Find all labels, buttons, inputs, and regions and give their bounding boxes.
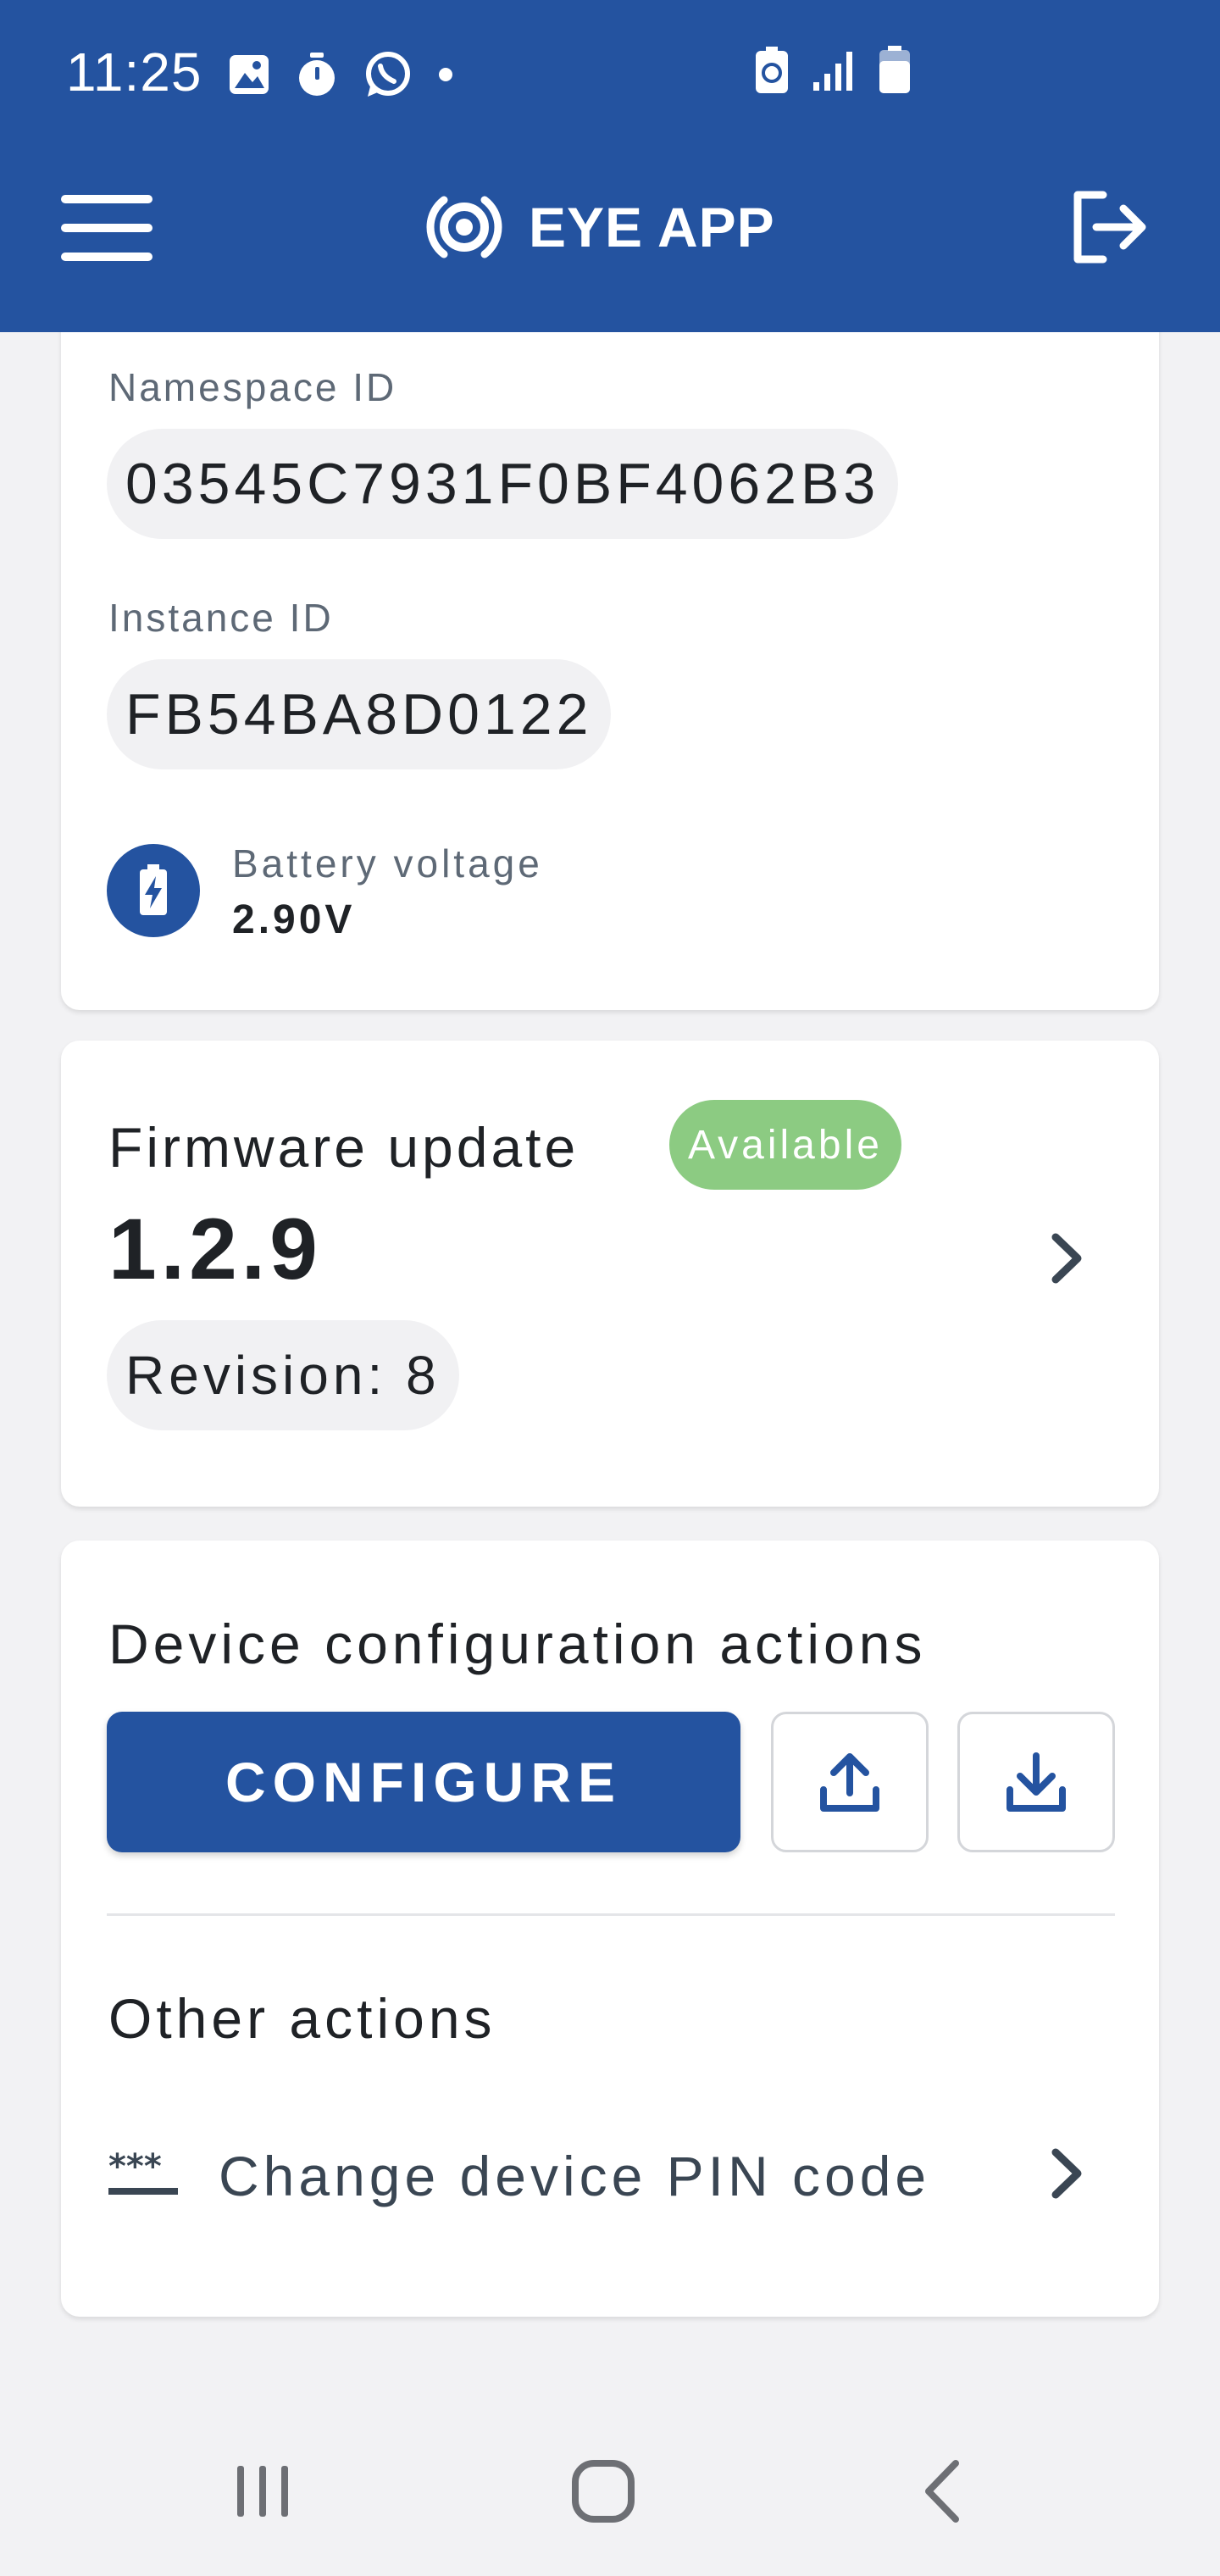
change-pin-label: Change device PIN code [219,2145,931,2207]
password-icon: *** [108,2149,178,2195]
instance-id-label: Instance ID [108,596,334,640]
battery-voltage-label: Battery voltage [232,841,543,886]
chevron-right-icon[interactable] [1042,1220,1093,1296]
battery-charging-icon [140,864,167,915]
screen: 11:25 EYE APP Namespace ID 03545C7931F0B… [0,0,1220,2576]
status-system-icons [754,46,912,95]
firmware-status-badge: Available [669,1100,901,1190]
logout-icon [1073,191,1146,264]
other-actions-title: Other actions [108,1987,496,2050]
chevron-right-icon [1051,2148,1082,2199]
app-bar: 11:25 EYE APP [0,0,1220,332]
namespace-id-value: 03545C7931F0BF4062B3 [107,429,899,539]
status-notification-icons [227,49,454,100]
recents-icon [237,2466,288,2517]
firmware-update-title: Firmware update [108,1116,580,1179]
firmware-update-card[interactable]: Firmware update Available 1.2.9 Revision… [61,1041,1159,1507]
svg-text:***: *** [108,2149,162,2186]
signal-icon [813,52,852,91]
download-config-button[interactable] [957,1712,1115,1852]
gallery-icon [230,55,269,94]
dot-icon [439,68,452,81]
change-pin-row[interactable]: *** Change device PIN code [108,2134,1100,2218]
app-title: EYE APP [529,196,775,258]
home-button[interactable] [535,2440,671,2542]
timer-icon [299,53,335,96]
firmware-version: 1.2.9 [108,1201,322,1297]
device-configuration-title: Device configuration actions [108,1613,927,1675]
namespace-id-label: Namespace ID [108,365,397,409]
configure-button[interactable]: CONFIGURE [107,1712,740,1852]
download-icon [1006,1752,1066,1812]
device-info-card: Namespace ID 03545C7931F0BF4062B3 Instan… [61,288,1159,1010]
firmware-revision: Revision: 8 [107,1320,459,1430]
back-icon [925,2460,959,2523]
logout-button[interactable] [1069,190,1151,264]
battery-icon [879,46,910,93]
instance-id-value: FB54BA8D0122 [107,659,612,769]
home-icon [572,2460,635,2523]
divider [107,1913,1115,1916]
recents-button[interactable] [195,2440,330,2542]
whatsapp-icon [366,52,410,97]
battery-voltage-value: 2.90V [232,897,356,942]
system-navigation-bar [0,2407,1220,2576]
battery-saver-icon [756,47,788,93]
hamburger-menu-icon [61,195,152,203]
upload-icon [820,1753,879,1812]
status-time: 11:25 [66,42,202,103]
battery-badge [107,844,200,937]
upload-config-button[interactable] [771,1712,929,1852]
app-logo: EYE APP [419,193,775,261]
back-button[interactable] [876,2440,1012,2542]
eye-icon [426,196,502,258]
menu-button[interactable] [61,193,154,261]
device-actions-card: Device configuration actions CONFIGURE O… [61,1541,1159,2317]
